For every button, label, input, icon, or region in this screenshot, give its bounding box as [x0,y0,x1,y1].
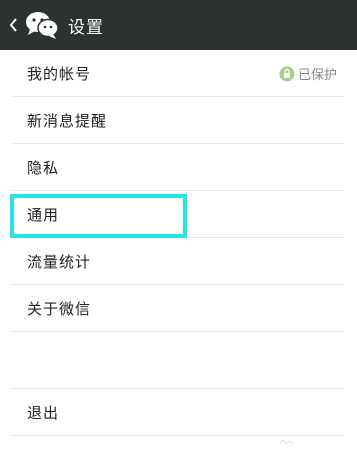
settings-item-general[interactable]: 通用 [12,191,345,238]
settings-item-label: 关于微信 [27,299,92,318]
page-title: 设置 [68,17,104,38]
account-status: 已保护 [279,50,337,97]
settings-item-label: 新消息提醒 [27,111,108,130]
logout-label: 退出 [27,403,60,422]
settings-item-my-account[interactable]: 我的帐号 已保护 [12,50,345,97]
settings-item-new-message-alerts[interactable]: 新消息提醒 [12,97,345,144]
settings-item-label: 我的帐号 [27,64,92,83]
settings-item-label: 隐私 [27,158,60,177]
settings-list: 我的帐号 已保护 新消息提醒 隐私 通用 流量统计 关于微信 退出 [0,50,357,436]
settings-item-label: 通用 [27,205,60,224]
chevron-left-icon [9,18,17,32]
back-button[interactable] [2,0,24,50]
status-badge: 已保护 [297,68,337,83]
section-spacer [12,332,345,389]
logout-button[interactable]: 退出 [12,389,345,436]
settings-item-about-wechat[interactable]: 关于微信 [12,285,345,332]
lock-icon [279,66,295,81]
wechat-logo-icon [26,12,59,39]
top-bar: 设置 [0,0,357,50]
settings-item-data-usage[interactable]: 流量统计 [12,238,345,285]
settings-item-label: 流量统计 [27,252,92,271]
settings-screen: 设置 我的帐号 已保护 新消息提醒 隐私 通用 流量统计 关于微信 退出 [0,0,357,450]
watermark-icon [279,440,294,445]
settings-item-privacy[interactable]: 隐私 [12,144,345,191]
